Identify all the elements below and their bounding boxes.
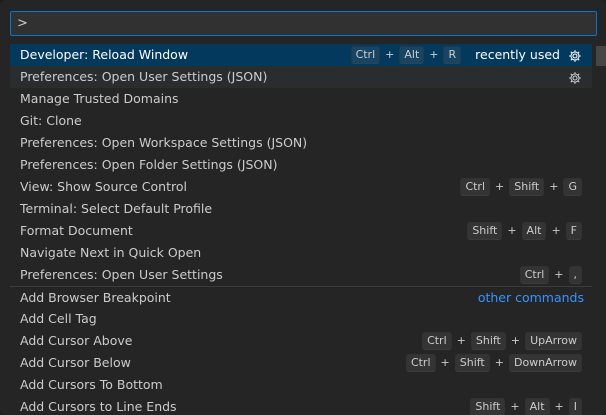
command-item[interactable]: Add Cell Tag xyxy=(10,308,592,330)
command-label: Navigate Next in Quick Open xyxy=(20,245,202,260)
command-label: Format Document xyxy=(20,223,133,238)
command-input[interactable] xyxy=(11,12,596,35)
keybinding-separator: + xyxy=(456,334,466,347)
command-item[interactable]: Preferences: Open Folder Settings (JSON) xyxy=(10,154,592,176)
command-label: Manage Trusted Domains xyxy=(20,91,179,106)
command-label: Git: Clone xyxy=(20,113,82,128)
command-label: Add Cursor Above xyxy=(20,333,133,348)
command-label: Preferences: Open Workspace Settings (JS… xyxy=(20,135,308,150)
command-keybinding: Ctrl + Shift + DownArrow xyxy=(405,352,582,374)
scrollbar-thumb[interactable] xyxy=(596,46,606,66)
keybinding-key: I xyxy=(568,398,582,415)
command-keybinding: Ctrl + Shift + G xyxy=(460,176,582,198)
command-item[interactable]: Add Cursor Below Ctrl + Shift + DownArrow xyxy=(10,352,592,374)
keybinding-separator: + xyxy=(429,48,439,61)
command-label: Preferences: Open Folder Settings (JSON) xyxy=(20,157,278,172)
command-list: Developer: Reload Window Ctrl + Alt + Rrecent… xyxy=(10,44,592,415)
keybinding-separator: + xyxy=(507,224,517,237)
keybinding-key: R xyxy=(443,46,462,64)
command-label: View: Show Source Control xyxy=(20,179,187,194)
command-item[interactable]: Preferences: Open User Settings Ctrl +, xyxy=(10,264,592,286)
keybinding-separator: + xyxy=(440,356,450,369)
command-item[interactable]: Preferences: Open User Settings (JSON) xyxy=(10,66,592,88)
recently-used-label: recently used xyxy=(475,47,560,62)
keybinding-separator: + xyxy=(554,268,564,281)
command-item[interactable]: Add Cursors to Line Ends Shift + Alt + I xyxy=(10,396,592,415)
keybinding-key: Alt xyxy=(524,398,550,415)
group-label-other-commands: other commands xyxy=(477,290,584,305)
keybinding-key: Ctrl xyxy=(519,266,550,284)
command-label: Add Cursors to Line Ends xyxy=(20,399,177,414)
command-item[interactable]: Manage Trusted Domains xyxy=(10,88,592,110)
command-label: Add Browser Breakpoint xyxy=(20,290,171,305)
keybinding-separator: + xyxy=(549,180,559,193)
command-keybinding xyxy=(560,66,582,88)
keybinding-key: F xyxy=(565,222,582,240)
keybinding-key: Shift xyxy=(509,178,545,196)
command-item[interactable]: Add Cursors To Bottom xyxy=(10,374,592,396)
command-label: Developer: Reload Window xyxy=(20,47,189,62)
keybinding-key: Shift xyxy=(454,354,490,372)
gear-icon[interactable] xyxy=(568,70,582,84)
command-item[interactable]: Terminal: Select Default Profile xyxy=(10,198,592,220)
keybinding-key: Ctrl xyxy=(350,46,381,64)
keybinding-key: G xyxy=(563,178,582,196)
command-label: Preferences: Open User Settings xyxy=(20,267,223,282)
keybinding-separator: + xyxy=(510,400,520,413)
keybinding-separator: + xyxy=(385,48,395,61)
command-item[interactable]: Add Browser Breakpoint other commands xyxy=(10,286,592,308)
keybinding-key: Shift xyxy=(467,222,503,240)
command-label: Preferences: Open User Settings (JSON) xyxy=(20,69,268,84)
keybinding-separator: + xyxy=(551,224,561,237)
keybinding-key: Ctrl xyxy=(405,354,436,372)
keybinding-key: DownArrow xyxy=(508,354,582,372)
keybinding-key: Alt xyxy=(521,222,547,240)
keybinding-key: Shift xyxy=(470,398,506,415)
command-keybinding: Shift + Alt + F xyxy=(467,220,582,242)
keybinding-separator: + xyxy=(510,334,521,347)
keybinding-key: Shift xyxy=(470,332,506,350)
command-list-scrollbar[interactable] xyxy=(592,44,606,415)
command-label: Add Cell Tag xyxy=(20,311,97,326)
command-label: Add Cursors To Bottom xyxy=(20,377,163,392)
gear-icon[interactable] xyxy=(568,48,582,62)
keybinding-separator: + xyxy=(554,400,564,413)
command-keybinding: Ctrl + Shift + UpArrow xyxy=(422,330,582,352)
command-item[interactable]: Git: Clone xyxy=(10,110,592,132)
command-keybinding: Ctrl + Alt + Rrecently used xyxy=(350,44,582,66)
command-label: Add Cursor Below xyxy=(20,355,131,370)
command-input-box[interactable] xyxy=(10,11,597,36)
keybinding-key: UpArrow xyxy=(525,332,582,350)
command-keybinding: Shift + Alt + I xyxy=(470,396,582,415)
keybinding-separator: + xyxy=(495,180,505,193)
keybinding-key: Ctrl xyxy=(422,332,452,350)
keybinding-key: , xyxy=(568,266,582,284)
command-item[interactable]: Preferences: Open Workspace Settings (JS… xyxy=(10,132,592,154)
keybinding-key: Alt xyxy=(399,46,425,64)
keybinding-key: Ctrl xyxy=(460,178,491,196)
command-item[interactable]: Developer: Reload Window Ctrl + Alt + Rrecent… xyxy=(10,44,592,66)
command-item[interactable]: Navigate Next in Quick Open xyxy=(10,242,592,264)
command-item[interactable]: View: Show Source Control Ctrl + Shift + G xyxy=(10,176,592,198)
command-item[interactable]: Add Cursor Above Ctrl + Shift + UpArrow xyxy=(10,330,592,352)
command-keybinding: Ctrl +, xyxy=(519,264,582,286)
command-item[interactable]: Format Document Shift + Alt + F xyxy=(10,220,592,242)
command-label: Terminal: Select Default Profile xyxy=(20,201,213,216)
keybinding-separator: + xyxy=(494,356,504,369)
command-palette: Developer: Reload Window Ctrl + Alt + Rrecent… xyxy=(0,0,606,415)
